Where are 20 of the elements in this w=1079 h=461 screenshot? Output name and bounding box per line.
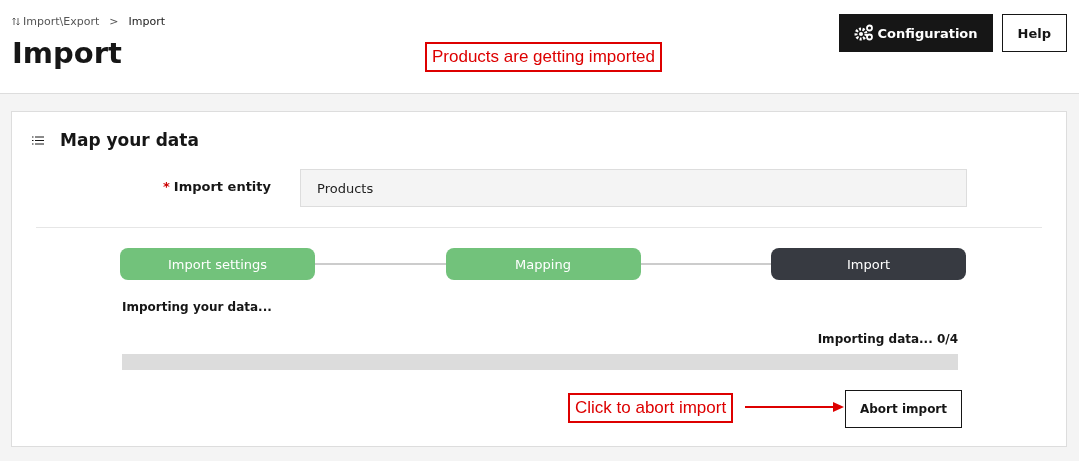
breadcrumb-current: Import [128,15,165,28]
progress-reading: Importing data... 0/4 [816,332,958,346]
import-entity-field[interactable]: Products [300,169,967,207]
step-pill: Import settings [120,248,315,280]
abort-button[interactable]: Abort import [845,390,962,428]
section-title: Map your data [60,130,199,150]
status-text: Importing your data... [122,300,273,314]
annotation-callout: Products are getting imported [425,42,662,72]
breadcrumb-separator: > [109,15,119,28]
gears-icon [853,24,874,42]
configuration-button[interactable]: Configuration [838,14,993,52]
help-button[interactable]: Help [1001,14,1067,52]
step-pill: Mapping [445,248,641,280]
breadcrumb-link[interactable]: Import\Export [12,15,100,28]
swap-arrows-icon [12,17,20,26]
list-icon [32,135,44,145]
annotation-callout: Click to abort import [568,393,734,423]
field-label: * Import entity [163,178,271,194]
step-pill: Import [771,248,966,280]
page-title: Import [12,36,123,70]
